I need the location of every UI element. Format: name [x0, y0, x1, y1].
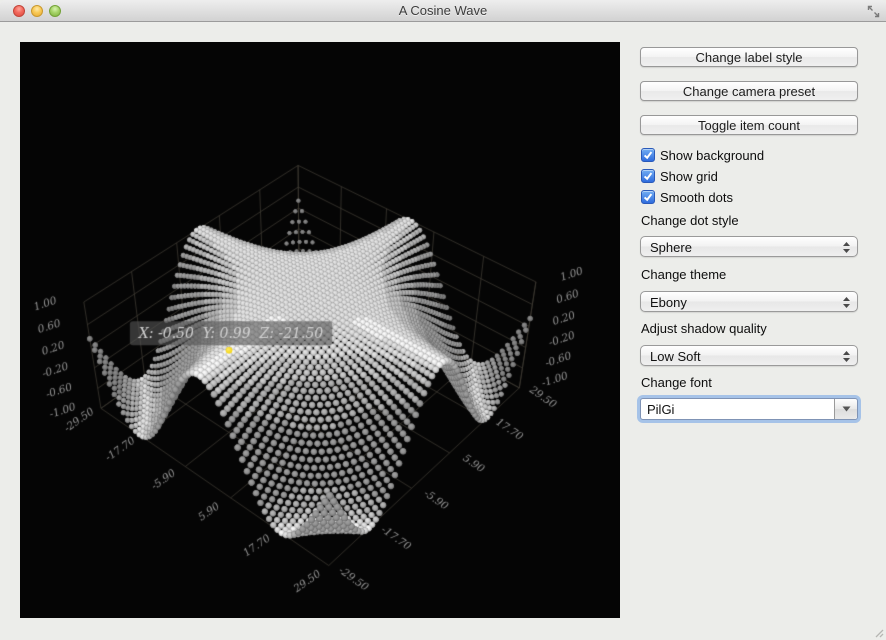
smooth-dots-checkbox[interactable]: [641, 190, 655, 204]
show-background-label: Show background: [660, 148, 764, 163]
minimize-button[interactable]: [31, 5, 43, 17]
scatter-3d-canvas[interactable]: [20, 42, 620, 618]
checkbox-row-show-grid: Show grid: [641, 168, 718, 184]
dot-style-value: Sphere: [650, 239, 692, 256]
check-icon: [642, 170, 654, 182]
app-window: { "window": { "title": "A Cosine Wave" }…: [0, 0, 886, 640]
zoom-button[interactable]: [49, 5, 61, 17]
dropdown-arrow-icon: [842, 406, 851, 412]
toggle-item-count-button[interactable]: Toggle item count: [640, 115, 858, 135]
show-grid-label: Show grid: [660, 169, 718, 184]
title-bar: A Cosine Wave: [0, 0, 886, 22]
theme-section-label: Change theme: [641, 267, 726, 282]
dot-style-select[interactable]: Sphere: [640, 236, 858, 257]
show-grid-checkbox[interactable]: [641, 169, 655, 183]
checkbox-row-smooth-dots: Smooth dots: [641, 189, 733, 205]
font-value: PilGi: [647, 402, 674, 418]
change-label-style-button[interactable]: Change label style: [640, 47, 858, 67]
change-camera-preset-button[interactable]: Change camera preset: [640, 81, 858, 101]
check-icon: [642, 191, 654, 203]
updown-arrows-icon: [842, 296, 851, 309]
theme-value: Ebony: [650, 294, 687, 311]
shadow-quality-select[interactable]: Low Soft: [640, 345, 858, 366]
window-title: A Cosine Wave: [0, 0, 886, 22]
dot-style-section-label: Change dot style: [641, 213, 739, 228]
updown-arrows-icon: [842, 241, 851, 254]
show-background-checkbox[interactable]: [641, 148, 655, 162]
smooth-dots-label: Smooth dots: [660, 190, 733, 205]
checkbox-row-show-background: Show background: [641, 147, 764, 163]
shadow-quality-value: Low Soft: [650, 348, 701, 365]
fullscreen-icon[interactable]: [867, 5, 880, 18]
check-icon: [642, 149, 654, 161]
shadow-quality-section-label: Adjust shadow quality: [641, 321, 767, 336]
font-section-label: Change font: [641, 375, 712, 390]
font-combobox[interactable]: PilGi: [640, 398, 858, 420]
theme-select[interactable]: Ebony: [640, 291, 858, 312]
combo-dropdown-button[interactable]: [834, 399, 857, 419]
updown-arrows-icon: [842, 350, 851, 363]
close-button[interactable]: [13, 5, 25, 17]
resize-grip[interactable]: [873, 627, 884, 638]
plot-area: [20, 42, 620, 618]
